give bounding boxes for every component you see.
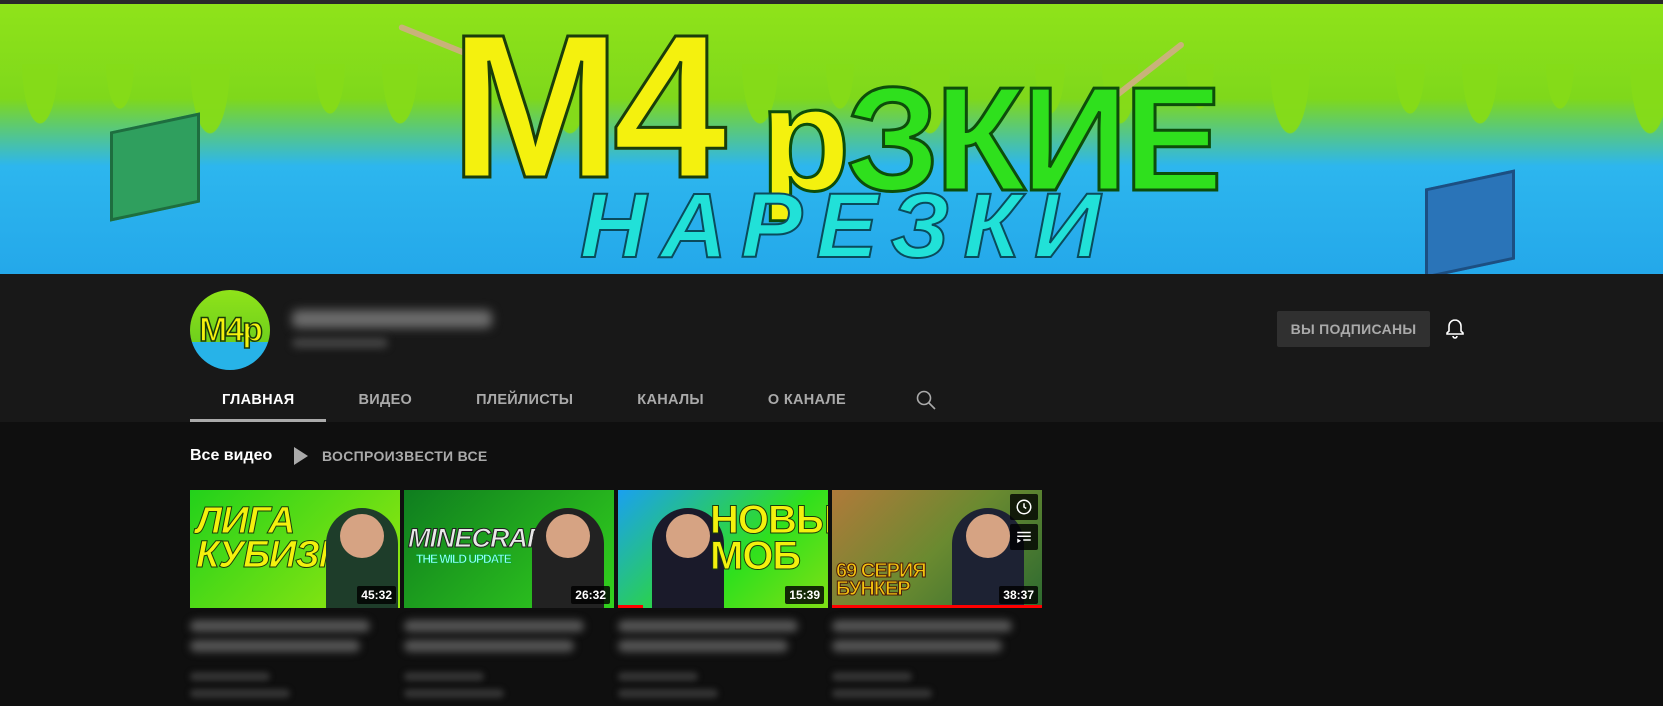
- video-item[interactable]: НОВЫЙ МОБ 15:39: [618, 490, 828, 698]
- video-title-blurred: [404, 640, 574, 652]
- shelf-title[interactable]: Все видео: [190, 447, 272, 465]
- video-duration: 45:32: [357, 586, 396, 604]
- tab-playlists[interactable]: ПЛЕЙЛИСТЫ: [444, 378, 605, 422]
- channel-header: M4р ВЫ ПОДПИСАНЫ ГЛАВНАЯ ВИДЕО ПЛЕЙЛИСТЫ…: [0, 274, 1663, 422]
- play-all-button[interactable]: ВОСПРОИЗВЕСТИ ВСЕ: [294, 447, 488, 465]
- video-title-blurred: [404, 620, 584, 632]
- video-title-blurred: [618, 620, 798, 632]
- video-views-blurred: [190, 672, 270, 681]
- video-item[interactable]: 69 СЕРИЯ БУНКЕР 38:37: [832, 490, 1042, 698]
- thumbnail-subtext: THE WILD UPDATE: [416, 552, 512, 566]
- tab-home[interactable]: ГЛАВНАЯ: [190, 378, 327, 422]
- video-shelf: ЛИГА КУБИЗМА 45:32 MINECRAFT THE WILD UP…: [190, 490, 1042, 698]
- banner-cactus-cube: [110, 112, 200, 222]
- video-thumbnail[interactable]: ЛИГА КУБИЗМА 45:32: [190, 490, 400, 608]
- video-title-blurred: [618, 640, 788, 652]
- bell-icon[interactable]: [1443, 317, 1467, 341]
- video-duration: 26:32: [571, 586, 610, 604]
- video-title-blurred: [190, 620, 370, 632]
- add-to-queue-button[interactable]: [1010, 524, 1038, 550]
- play-icon: [294, 447, 308, 465]
- video-thumbnail[interactable]: НОВЫЙ МОБ 15:39: [618, 490, 828, 608]
- watch-progress-bar: [618, 605, 644, 608]
- video-date-blurred: [832, 689, 932, 698]
- tab-about[interactable]: О КАНАЛЕ: [736, 378, 878, 422]
- video-thumbnail[interactable]: 69 СЕРИЯ БУНКЕР 38:37: [832, 490, 1042, 608]
- channel-tabs: ГЛАВНАЯ ВИДЕО ПЛЕЙЛИСТЫ КАНАЛЫ О КАНАЛЕ: [190, 378, 938, 422]
- search-icon[interactable]: [914, 388, 938, 412]
- channel-banner: M4 рЗКИЕ НАРЕЗКИ: [0, 0, 1663, 274]
- video-views-blurred: [618, 672, 698, 681]
- video-date-blurred: [190, 689, 290, 698]
- tab-videos[interactable]: ВИДЕО: [326, 378, 444, 422]
- video-title-blurred: [832, 640, 1002, 652]
- banner-cactus-cube: [1425, 169, 1515, 274]
- banner-subtitle: НАРЕЗКИ: [579, 175, 1115, 274]
- queue-icon: [1017, 531, 1031, 543]
- subscribed-button[interactable]: ВЫ ПОДПИСАНЫ: [1277, 311, 1430, 347]
- video-item[interactable]: ЛИГА КУБИЗМА 45:32: [190, 490, 400, 698]
- clock-icon: [1016, 499, 1032, 515]
- video-date-blurred: [404, 689, 504, 698]
- video-title-blurred: [190, 640, 360, 652]
- video-title-blurred: [832, 620, 1012, 632]
- play-all-label: ВОСПРОИЗВЕСТИ ВСЕ: [322, 448, 488, 464]
- video-thumbnail[interactable]: MINECRAFT THE WILD UPDATE 26:32: [404, 490, 614, 608]
- thumbnail-text: 69 СЕРИЯ БУНКЕР: [836, 560, 928, 600]
- thumbnail-text: ЛИГА КУБИЗМА: [196, 500, 378, 577]
- video-duration: 38:37: [999, 586, 1038, 604]
- avatar-text: M4р: [198, 310, 264, 350]
- channel-home-content: Все видео ВОСПРОИЗВЕСТИ ВСЕ ЛИГА КУБИЗМА…: [0, 422, 1663, 706]
- tab-channels[interactable]: КАНАЛЫ: [605, 378, 736, 422]
- channel-name-blurred: [292, 310, 492, 328]
- video-duration: 15:39: [785, 586, 824, 604]
- channel-avatar[interactable]: M4р: [190, 290, 270, 370]
- thumbnail-text: НОВЫЙ МОБ: [710, 498, 829, 578]
- video-views-blurred: [404, 672, 484, 681]
- video-views-blurred: [832, 672, 912, 681]
- subscriber-count-blurred: [292, 338, 388, 348]
- video-item[interactable]: MINECRAFT THE WILD UPDATE 26:32: [404, 490, 614, 698]
- video-date-blurred: [618, 689, 718, 698]
- watch-later-button[interactable]: [1010, 494, 1038, 520]
- watch-progress-bar: [832, 605, 1042, 608]
